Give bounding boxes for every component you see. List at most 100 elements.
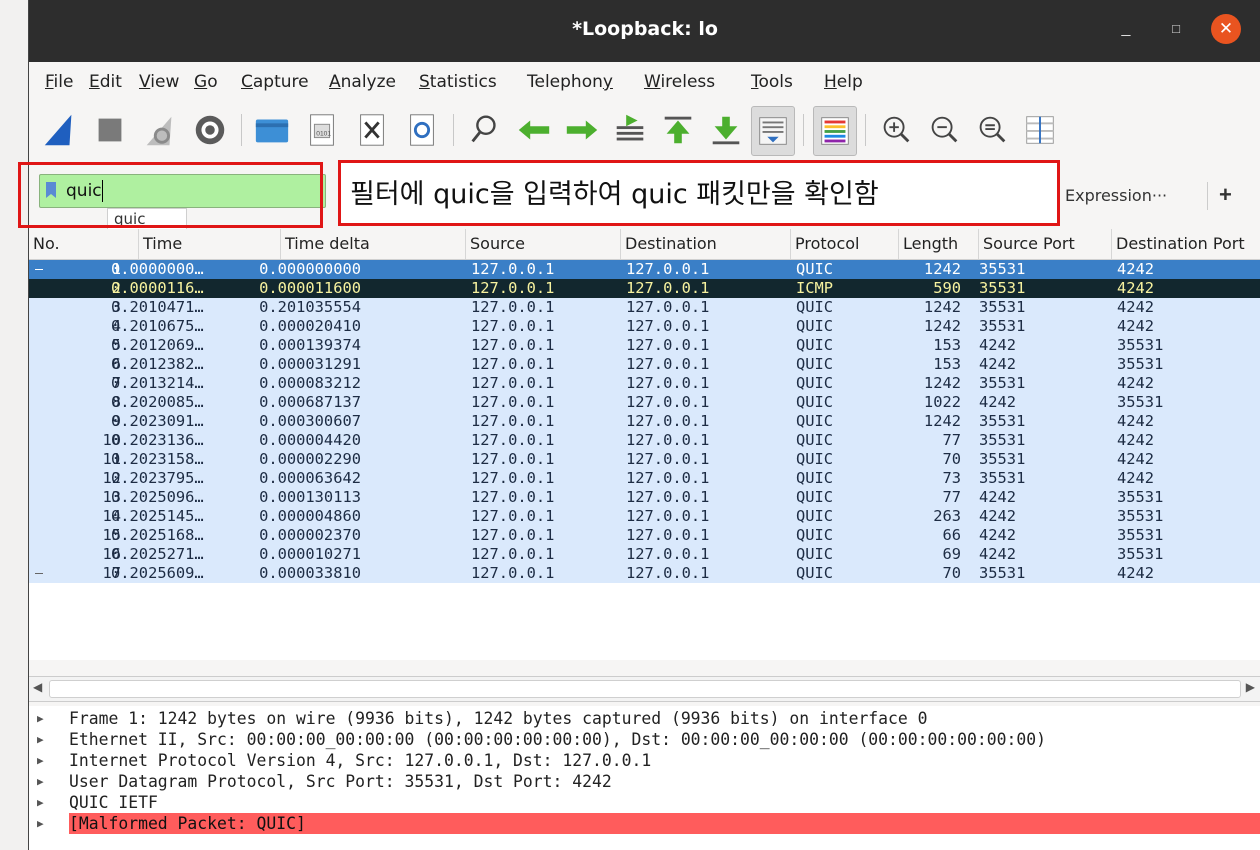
column-header-source[interactable]: Source — [466, 229, 621, 259]
cell-delta: 0.000004860 — [259, 507, 361, 525]
packet-row[interactable]: 1 0.0000000… 0.000000000 127.0.0.1 127.0.0.1… — [29, 260, 1260, 279]
restart-icon[interactable] — [139, 106, 181, 154]
detail-tree-item[interactable]: ▶ [Malformed Packet: QUIC] — [29, 813, 1260, 834]
cell-len: 70 — [942, 450, 961, 468]
packet-row[interactable]: 13 0.2025096… 0.000130113 127.0.0.1 127.0.0.… — [29, 488, 1260, 507]
expand-arrow-icon[interactable]: ▶ — [37, 771, 44, 792]
packet-row[interactable]: 17 0.2025609… 0.000033810 127.0.0.1 127.0.0.… — [29, 564, 1260, 583]
cell-time: 0.2025168… — [111, 526, 204, 544]
back-arrow-icon[interactable] — [513, 106, 555, 154]
autoscroll-icon[interactable] — [751, 106, 795, 156]
packet-row[interactable]: 15 0.2025168… 0.000002370 127.0.0.1 127.0.0.… — [29, 526, 1260, 545]
zoom-out-icon[interactable] — [923, 106, 965, 154]
horizontal-scrollbar[interactable]: ◀ ▶ — [29, 676, 1260, 702]
packet-row[interactable]: 3 0.2010471… 0.201035554 127.0.0.1 127.0.0.1… — [29, 298, 1260, 317]
column-header-source-port[interactable]: Source Port — [979, 229, 1112, 259]
packet-row[interactable]: 14 0.2025145… 0.000004860 127.0.0.1 127.0.0.… — [29, 507, 1260, 526]
cell-src: 127.0.0.1 — [471, 279, 555, 297]
first-packet-icon[interactable] — [657, 106, 699, 154]
column-header-no[interactable]: No. — [29, 229, 139, 259]
zoom-in-icon[interactable] — [875, 106, 917, 154]
menu-View[interactable]: View — [139, 72, 179, 92]
cell-proto: ICMP — [796, 279, 834, 297]
menu-Help[interactable]: Help — [824, 72, 863, 92]
title-bar[interactable]: *Loopback: lo _ □ ✕ — [29, 0, 1260, 62]
packet-row[interactable]: 10 0.2023136… 0.000004420 127.0.0.1 127.0.0.… — [29, 431, 1260, 450]
scroll-right-icon[interactable]: ▶ — [1246, 680, 1255, 694]
menu-Capture[interactable]: Capture — [241, 72, 309, 92]
packet-row[interactable]: 2 0.0000116… 0.000011600 127.0.0.1 127.0.0.1… — [29, 279, 1260, 298]
menu-Statistics[interactable]: Statistics — [419, 72, 497, 92]
packet-row[interactable]: 7 0.2013214… 0.000083212 127.0.0.1 127.0.0.1… — [29, 374, 1260, 393]
cell-len: 1242 — [923, 298, 961, 316]
packet-row[interactable]: 12 0.2023795… 0.000063642 127.0.0.1 127.0.0.… — [29, 469, 1260, 488]
find-icon[interactable] — [463, 106, 505, 154]
expand-arrow-icon[interactable]: ▶ — [37, 708, 44, 729]
cell-proto: QUIC — [796, 526, 834, 544]
close-file-icon[interactable] — [351, 106, 393, 154]
cell-time: 0.0000116… — [111, 279, 204, 297]
menu-Wireless[interactable]: Wireless — [644, 72, 715, 92]
last-packet-icon[interactable] — [705, 106, 747, 154]
reload-icon[interactable] — [401, 106, 443, 154]
cell-src: 127.0.0.1 — [471, 393, 555, 411]
expression-button[interactable]: Expression··· — [1065, 186, 1167, 205]
normal-size-icon[interactable] — [971, 106, 1013, 154]
detail-tree-item[interactable]: ▶ User Datagram Protocol, Src Port: 35531… — [29, 771, 1260, 792]
cell-time: 0.2012382… — [111, 355, 204, 373]
options-gear-icon[interactable] — [189, 106, 231, 154]
cell-dport: 4242 — [1117, 431, 1155, 449]
column-header-destination[interactable]: Destination — [621, 229, 791, 259]
stop-icon[interactable] — [89, 106, 131, 154]
go-to-packet-icon[interactable] — [609, 106, 651, 154]
detail-tree-item[interactable]: ▶ Internet Protocol Version 4, Src: 127.0… — [29, 750, 1260, 771]
cell-len: 77 — [942, 431, 961, 449]
menu-Go[interactable]: Go — [194, 72, 218, 92]
detail-tree-item[interactable]: ▶ QUIC IETF — [29, 792, 1260, 813]
cell-time: 0.2010675… — [111, 317, 204, 335]
menu-Analyze[interactable]: Analyze — [329, 72, 396, 92]
expand-arrow-icon[interactable]: ▶ — [37, 729, 44, 750]
packet-row[interactable]: 8 0.2020085… 0.000687137 127.0.0.1 127.0.0.1… — [29, 393, 1260, 412]
open-folder-icon[interactable] — [251, 106, 293, 154]
forward-arrow-icon[interactable] — [561, 106, 603, 154]
menu-Edit[interactable]: Edit — [89, 72, 122, 92]
cell-dst: 127.0.0.1 — [626, 526, 710, 544]
detail-tree-item[interactable]: ▶ Frame 1: 1242 bytes on wire (9936 bits)… — [29, 708, 1260, 729]
packet-row[interactable]: 6 0.2012382… 0.000031291 127.0.0.1 127.0.0.1… — [29, 355, 1260, 374]
packet-row[interactable]: 11 0.2023158… 0.000002290 127.0.0.1 127.0.0.… — [29, 450, 1260, 469]
menu-Telephony[interactable]: Telephony — [527, 72, 613, 92]
detail-tree-item[interactable]: ▶ Ethernet II, Src: 00:00:00_00:00:00 (00… — [29, 729, 1260, 750]
cell-time: 0.2025271… — [111, 545, 204, 563]
packet-row[interactable]: 5 0.2012069… 0.000139374 127.0.0.1 127.0.0.1… — [29, 336, 1260, 355]
column-header-time-delta[interactable]: Time delta — [281, 229, 466, 259]
expand-arrow-icon[interactable]: ▶ — [37, 813, 44, 834]
resize-columns-icon[interactable] — [1019, 106, 1061, 154]
add-filter-button[interactable]: + — [1219, 182, 1232, 208]
save-file-icon[interactable]: 0101 — [301, 106, 343, 154]
column-header-time[interactable]: Time — [139, 229, 281, 259]
cell-proto: QUIC — [796, 564, 834, 582]
svg-text:0101: 0101 — [316, 131, 331, 138]
cell-sport: 35531 — [979, 298, 1026, 316]
close-window-button[interactable]: ✕ — [1211, 14, 1241, 44]
scroll-left-icon[interactable]: ◀ — [33, 680, 42, 694]
colorize-icon[interactable] — [813, 106, 857, 156]
column-header-destination-port[interactable]: Destination Port — [1112, 229, 1260, 259]
detail-text: Ethernet II, Src: 00:00:00_00:00:00 (00:… — [69, 730, 1046, 749]
shark-fin-icon[interactable] — [39, 106, 81, 154]
menu-bar: File Edit View Go Capture Analyze Statistics Te… — [29, 62, 1260, 100]
packet-row[interactable]: 9 0.2023091… 0.000300607 127.0.0.1 127.0.0.1… — [29, 412, 1260, 431]
expand-arrow-icon[interactable]: ▶ — [37, 792, 44, 813]
menu-File[interactable]: File — [45, 72, 73, 92]
maximize-button[interactable]: □ — [1161, 14, 1191, 44]
packet-row[interactable]: 4 0.2010675… 0.000020410 127.0.0.1 127.0.0.1… — [29, 317, 1260, 336]
cell-dst: 127.0.0.1 — [626, 355, 710, 373]
column-header-protocol[interactable]: Protocol — [791, 229, 899, 259]
packet-row[interactable]: 16 0.2025271… 0.000010271 127.0.0.1 127.0.0.… — [29, 545, 1260, 564]
expand-arrow-icon[interactable]: ▶ — [37, 750, 44, 771]
menu-Tools[interactable]: Tools — [751, 72, 793, 92]
scrollbar-thumb[interactable] — [49, 680, 1241, 698]
minimize-button[interactable]: _ — [1111, 14, 1141, 44]
column-header-length[interactable]: Length — [899, 229, 979, 259]
